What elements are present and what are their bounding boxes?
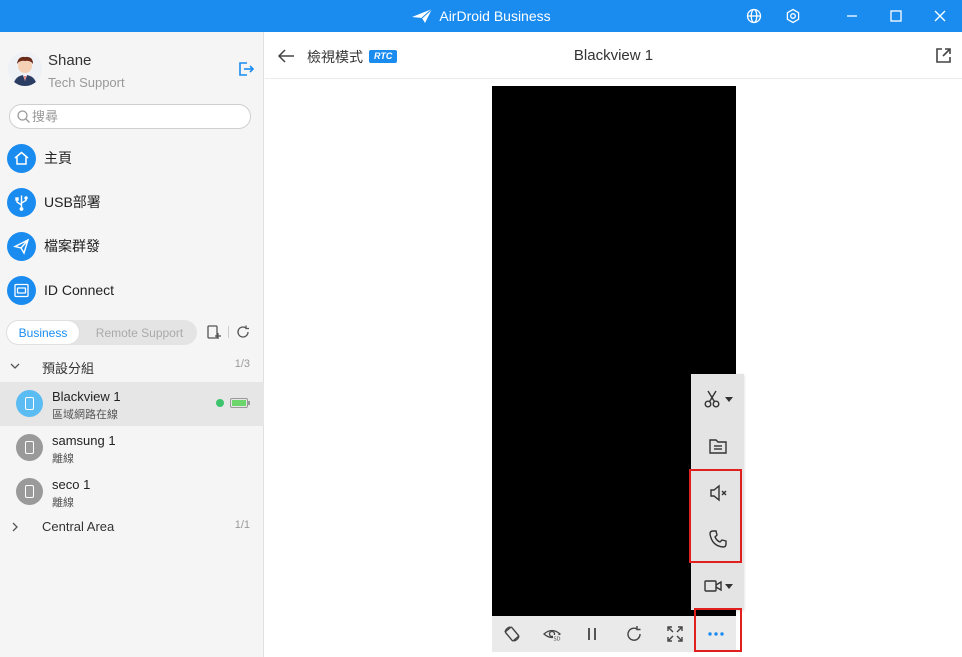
airdroid-logo-icon: [412, 8, 433, 23]
device-name: samsung 1: [52, 433, 116, 448]
send-icon: [7, 231, 36, 261]
svg-text:SD: SD: [554, 637, 561, 643]
tab-remote-support[interactable]: Remote Support: [82, 320, 197, 345]
user-profile: Shane Tech Support: [8, 46, 258, 96]
remote-view-header: 檢視模式 RTC Blackview 1: [265, 32, 962, 79]
group-row-default[interactable]: 預設分組 1/3: [0, 355, 264, 377]
group-name: 預設分組: [42, 361, 95, 376]
device-source-toggle: Business Remote Support: [6, 320, 197, 345]
voice-call-button[interactable]: [691, 517, 744, 561]
minimize-icon[interactable]: [842, 6, 862, 26]
nav-item-id-connect[interactable]: ID Connect: [7, 274, 247, 306]
device-name: seco 1: [52, 477, 91, 492]
file-manager-button[interactable]: [691, 424, 744, 468]
group-count: 1/1: [234, 519, 250, 531]
add-device-icon[interactable]: [206, 324, 222, 340]
device-status: 區域網路在線: [52, 409, 118, 421]
title-bar: AirDroid Business: [0, 0, 962, 32]
user-role: Tech Support: [48, 75, 125, 90]
phone-icon: [16, 390, 43, 417]
device-name: Blackview 1: [52, 389, 121, 404]
tab-business[interactable]: Business: [6, 320, 80, 345]
video-camera-icon: [703, 580, 722, 592]
speaker-muted-icon: [709, 484, 726, 502]
nav-label: USB部署: [44, 194, 101, 210]
screen-control-bar: SD: [492, 616, 736, 652]
device-item-seco-1[interactable]: seco 1 離線: [0, 470, 264, 514]
screen-record-button[interactable]: [691, 564, 744, 608]
reload-icon[interactable]: [624, 624, 644, 644]
search-box: [9, 104, 251, 129]
home-icon: [7, 143, 36, 173]
user-name: Shane: [48, 52, 92, 69]
device-title: Blackview 1: [573, 47, 654, 64]
screenshot-tool-button[interactable]: [691, 377, 744, 421]
nav-label: 檔案群發: [44, 238, 100, 254]
nav-item-usb-deploy[interactable]: USB部署: [7, 186, 247, 218]
rotate-screen-icon[interactable]: [502, 624, 522, 644]
remote-view-panel: 檢視模式 RTC Blackview 1 SD: [265, 32, 962, 657]
group-row-central-area[interactable]: Central Area 1/1: [0, 516, 264, 538]
battery-icon: [230, 398, 250, 408]
phone-icon: [16, 478, 43, 505]
more-options-icon[interactable]: [706, 624, 726, 644]
maximize-icon[interactable]: [886, 6, 906, 26]
app-title: AirDroid Business: [439, 8, 551, 24]
app-brand: AirDroid Business: [0, 0, 962, 32]
group-count: 1/3: [234, 358, 250, 370]
online-status-dot: [216, 399, 224, 407]
device-status: 離線: [52, 497, 74, 509]
device-item-blackview-1[interactable]: Blackview 1 區域網路在線: [0, 382, 264, 426]
gear-icon[interactable]: [783, 6, 803, 26]
mute-audio-button[interactable]: [691, 471, 744, 515]
popout-window-icon[interactable]: [935, 47, 952, 64]
nav-label: ID Connect: [44, 282, 115, 298]
caret-down-icon: [724, 396, 733, 402]
remote-tools-panel: [691, 374, 744, 610]
refresh-icon[interactable]: [235, 324, 251, 340]
phone-icon: [16, 434, 43, 461]
chevron-right-icon: [12, 522, 18, 532]
toolbar-divider: [228, 326, 229, 338]
phone-call-icon: [708, 530, 727, 548]
id-connect-icon: [7, 275, 36, 305]
close-icon[interactable]: [930, 6, 950, 26]
usb-icon: [7, 187, 36, 217]
device-item-samsung-1[interactable]: samsung 1 離線: [0, 426, 264, 470]
search-icon: [17, 110, 30, 123]
view-quality-icon[interactable]: SD: [542, 624, 562, 644]
sidebar: Shane Tech Support 主頁 USB部署 檔案群發 ID Conn…: [0, 32, 264, 657]
device-status: 離線: [52, 453, 74, 465]
avatar[interactable]: [8, 52, 42, 86]
globe-icon[interactable]: [744, 6, 764, 26]
group-name: Central Area: [42, 519, 115, 534]
chevron-down-icon: [10, 363, 20, 369]
scissors-icon: [704, 390, 719, 408]
caret-down-icon: [724, 583, 733, 589]
fullscreen-icon[interactable]: [665, 624, 685, 644]
folder-icon: [708, 439, 727, 454]
nav-item-file-transfer[interactable]: 檔案群發: [7, 230, 247, 262]
nav-label: 主頁: [44, 150, 72, 166]
pause-icon[interactable]: [582, 624, 602, 644]
logout-icon[interactable]: [237, 60, 255, 78]
nav-item-home[interactable]: 主頁: [7, 142, 247, 174]
search-input[interactable]: [32, 107, 242, 126]
